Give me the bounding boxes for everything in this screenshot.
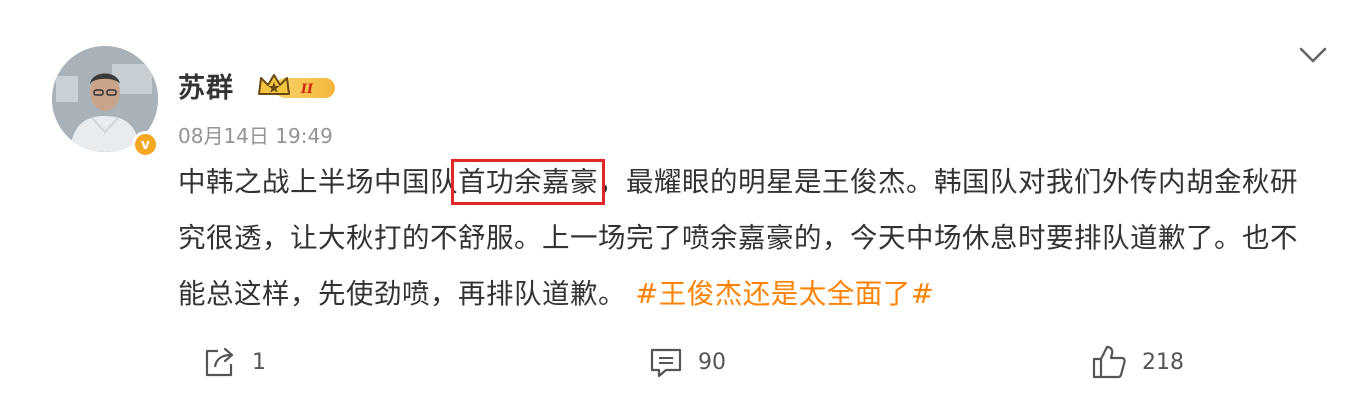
vip-level: II: [300, 82, 314, 97]
comment-icon: [650, 348, 682, 378]
verified-icon: v: [132, 131, 159, 158]
highlighted-text: 首功余嘉豪: [451, 159, 605, 205]
hashtag-link[interactable]: #王俊杰还是太全面了#: [635, 278, 934, 310]
like-button[interactable]: 218: [1090, 340, 1184, 384]
share-icon: [205, 347, 234, 377]
post-timestamp[interactable]: 08月14日 19:49: [178, 120, 333, 149]
post-text-before: 中韩之战上半场中国队: [178, 166, 458, 198]
share-button[interactable]: 1: [202, 340, 266, 384]
like-icon: [1092, 345, 1126, 379]
weibo-post-card: v 苏群 II 08月14日 19:49 中韩之战上半场中国队首功余嘉豪，最耀眼…: [0, 0, 1356, 412]
post-text: 中韩之战上半场中国队首功余嘉豪，最耀眼的明星是王俊杰。韩国队对我们外传内胡金秋研…: [178, 154, 1318, 322]
username[interactable]: 苏群: [178, 66, 234, 105]
comment-count: 90: [698, 349, 726, 375]
vip-crown-icon[interactable]: II: [257, 72, 337, 102]
chevron-down-icon[interactable]: [1295, 42, 1331, 68]
verified-mark: v: [140, 136, 151, 153]
share-count: 1: [252, 349, 266, 375]
like-count: 218: [1142, 349, 1184, 375]
comment-button[interactable]: 90: [648, 340, 726, 384]
